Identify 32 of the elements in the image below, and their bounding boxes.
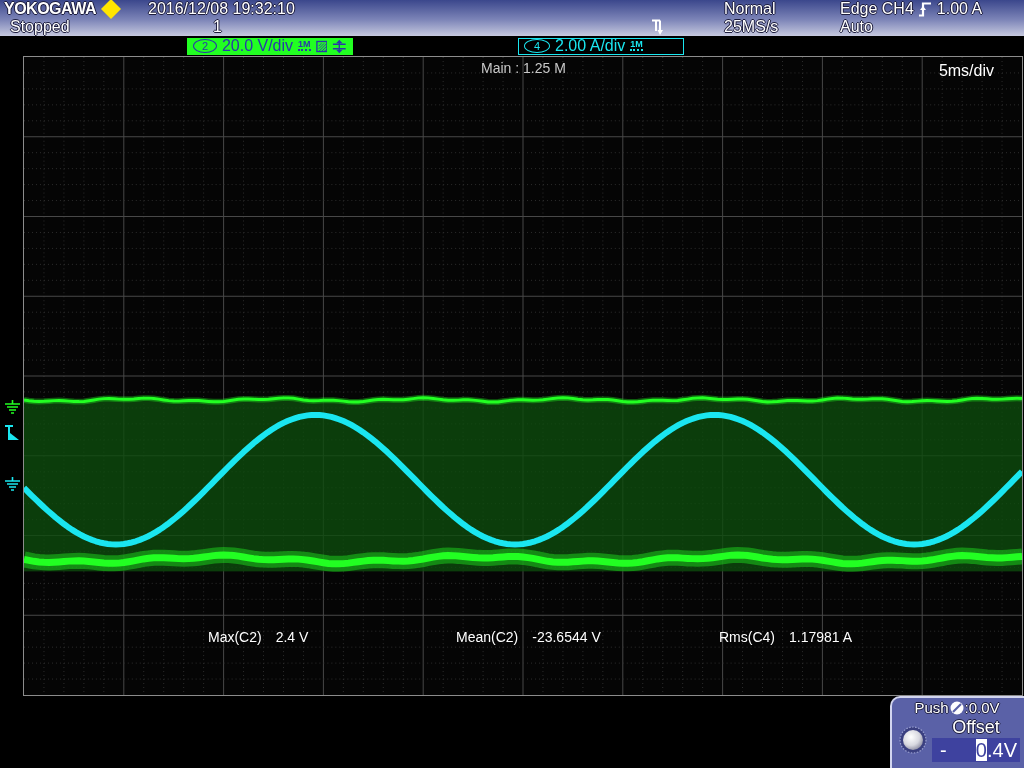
measurement-value: -23.6544 V bbox=[532, 629, 601, 645]
knob-icon[interactable] bbox=[899, 725, 927, 754]
measurement-name: Rms(C4) bbox=[719, 629, 775, 645]
run-state: Stopped bbox=[10, 18, 70, 36]
channel-scale: 2.00 A/div bbox=[555, 38, 626, 54]
diamond-icon bbox=[101, 0, 121, 19]
trigger-threshold: 1.00 A bbox=[936, 0, 983, 18]
vertical-double-arrow-icon bbox=[332, 38, 347, 54]
offset-title: Offset bbox=[952, 717, 1000, 738]
slashed-circle-icon bbox=[949, 700, 964, 715]
measurement-value: 1.17981 A bbox=[789, 629, 853, 645]
push-label: Push bbox=[914, 699, 949, 716]
measurement-name: Max(C2) bbox=[208, 629, 262, 645]
impedance-label: 1M bbox=[630, 39, 643, 51]
trigger-level-icon bbox=[5, 425, 21, 441]
impedance-label: 1M bbox=[298, 39, 311, 51]
record-length: Main : 1.25 M bbox=[481, 60, 566, 76]
sample-rate: 25MS/s bbox=[724, 18, 779, 36]
date-time: 2016/12/08 19:32:10 bbox=[148, 0, 295, 18]
measurement-value: 2.4 V bbox=[275, 629, 309, 645]
push-value: :0.0V bbox=[964, 699, 1000, 716]
trigger-mode: Normal bbox=[724, 0, 776, 18]
measurement-name: Mean(C2) bbox=[456, 629, 519, 645]
timebase: 5ms/div bbox=[938, 62, 994, 80]
brand-name: YOKOGAWA bbox=[4, 0, 96, 18]
trigger-source: Edge CH4 bbox=[840, 0, 914, 18]
offset-value-field[interactable]: - 0.4V bbox=[932, 738, 1020, 762]
hatched-square-icon bbox=[315, 39, 328, 53]
trigger-sweep: Auto bbox=[840, 18, 873, 36]
channel-scale: 20.0 V/div bbox=[221, 38, 294, 54]
acquisition-count: 1 bbox=[213, 18, 222, 36]
trigger-position-icon bbox=[652, 19, 664, 35]
